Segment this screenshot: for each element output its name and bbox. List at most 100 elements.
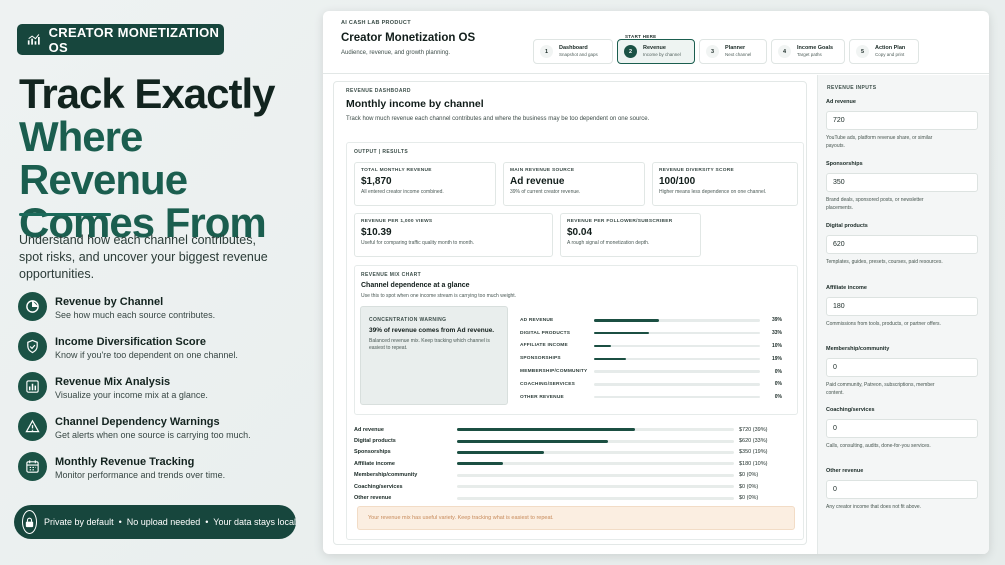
step-sub: Next channel bbox=[725, 52, 752, 57]
step-number: 3 bbox=[706, 45, 719, 58]
bar-label: Ad revenue bbox=[354, 426, 384, 433]
mix-row-label: DIGITAL PRODUCTS bbox=[520, 330, 571, 336]
input-group: Coaching/services 0 Calls, consulting, aud… bbox=[826, 407, 978, 451]
card-value: $0.04 bbox=[567, 227, 593, 238]
input-help: Templates, guides, presets, courses, pai… bbox=[826, 259, 943, 265]
step-number: 5 bbox=[856, 45, 869, 58]
revenue-input[interactable]: 0 bbox=[826, 358, 978, 377]
mix-row-track bbox=[594, 331, 760, 335]
bar-label: Other revenue bbox=[354, 495, 392, 502]
mix-row-pct: 19% bbox=[771, 355, 782, 362]
revenue-input[interactable]: 620 bbox=[826, 235, 978, 254]
revenue-mix-chart: REVENUE MIX CHART Channel dependence at … bbox=[354, 265, 798, 415]
revenue-input[interactable]: 0 bbox=[826, 480, 978, 499]
step-income-goals[interactable]: 4 Income Goals Target paths bbox=[771, 39, 845, 64]
mix-row-pct: 33% bbox=[771, 330, 782, 337]
mix-row-label: AD REVENUE bbox=[520, 317, 554, 323]
feature-desc: Visualize your income mix at a glance. bbox=[55, 390, 208, 400]
card-value: 100/100 bbox=[659, 176, 696, 187]
input-group: Sponsorships 350 Brand deals, sponsored po… bbox=[826, 161, 978, 212]
bar-label: Coaching/services bbox=[354, 483, 403, 490]
step-label: Income Goals bbox=[797, 45, 834, 51]
privacy-text: Private by default • No upload needed • … bbox=[44, 517, 296, 527]
step-label: Revenue bbox=[643, 45, 666, 51]
hero-subtitle: Understand how each channel contributes,… bbox=[19, 233, 268, 281]
feature-desc: Know if you're too dependent on one chan… bbox=[55, 350, 238, 360]
card-label: MAIN REVENUE SOURCE bbox=[510, 168, 575, 173]
mix-row: OTHER REVENUE 0% bbox=[520, 391, 787, 404]
feature-title: Income Diversification Score bbox=[55, 336, 206, 348]
mix-row-label: AFFILIATE INCOME bbox=[520, 343, 568, 349]
bar-value: $720 (39%) bbox=[739, 426, 768, 433]
card-value: $1,870 bbox=[361, 176, 392, 187]
mix-row-fill bbox=[594, 331, 649, 335]
revenue-dashboard: REVENUE DASHBOARD Monthly income by chan… bbox=[333, 81, 807, 545]
feature-item: Channel Dependency Warnings Get alerts wh… bbox=[18, 412, 308, 452]
feature-item: Revenue by Channel See how much each sour… bbox=[18, 292, 308, 332]
growth-chart-icon bbox=[27, 34, 40, 45]
step-nav: 1 Dashboard Snapshot and gaps 2 Revenue In… bbox=[533, 39, 919, 64]
card-sub: Higher means less dependence on one chan… bbox=[659, 189, 767, 195]
bar-label: Digital products bbox=[354, 438, 396, 445]
bar-label: Sponsorships bbox=[354, 449, 391, 456]
revenue-input[interactable]: 180 bbox=[826, 297, 978, 316]
bar-track bbox=[457, 428, 734, 432]
mix-row: AFFILIATE INCOME 10% bbox=[520, 340, 787, 353]
mix-row-pct: 0% bbox=[774, 394, 782, 401]
feature-item: Income Diversification Score Know if you'… bbox=[18, 332, 308, 372]
step-revenue[interactable]: 2 Revenue Income by channel bbox=[617, 39, 695, 64]
app-kicker: AI CASH LAB PRODUCT bbox=[341, 20, 411, 26]
bar-fill bbox=[457, 450, 544, 454]
input-group: Other revenue 0 Any creator income that do… bbox=[826, 468, 978, 512]
mix-kicker: REVENUE MIX CHART bbox=[361, 272, 422, 278]
bar-track bbox=[457, 496, 734, 500]
bar-fill bbox=[457, 462, 503, 466]
mix-row: MEMBERSHIP/COMMUNITY 0% bbox=[520, 365, 787, 378]
feature-item: Monthly Revenue Tracking Monitor performa… bbox=[18, 452, 308, 492]
step-dashboard[interactable]: 1 Dashboard Snapshot and gaps bbox=[533, 39, 613, 64]
mix-row-track bbox=[594, 357, 760, 361]
warning-icon bbox=[25, 419, 40, 433]
input-label: Coaching/services bbox=[826, 407, 875, 413]
revenue-bar-row: Coaching/services $0 (0%) bbox=[354, 481, 798, 492]
card-sub: A rough signal of monetization depth. bbox=[567, 240, 650, 246]
revenue-input[interactable]: 0 bbox=[826, 419, 978, 438]
mix-row-fill bbox=[594, 357, 626, 361]
input-group: Digital products 620 Templates, guides, pr… bbox=[826, 223, 978, 267]
card-label: REVENUE PER 1,000 VIEWS bbox=[361, 219, 433, 224]
mix-row: COACHING/SERVICES 0% bbox=[520, 378, 787, 391]
pie-chart-icon bbox=[26, 300, 39, 313]
bar-value: $350 (19%) bbox=[739, 449, 768, 456]
marketing-panel: CREATOR MONETIZATION OS Track Exactly Wh… bbox=[0, 0, 318, 565]
brand-badge: CREATOR MONETIZATION OS bbox=[17, 24, 224, 55]
hero-headline: Track Exactly Where Revenue Comes From bbox=[19, 72, 319, 244]
step-action-plan[interactable]: 5 Action Plan Copy and print bbox=[849, 39, 919, 64]
bar-fill bbox=[457, 439, 608, 443]
feature-title: Revenue Mix Analysis bbox=[55, 376, 171, 388]
privacy-banner: Private by default • No upload needed • … bbox=[14, 505, 296, 539]
concentration-warning: CONCENTRATION WARNING 39% of revenue com… bbox=[360, 306, 508, 405]
mix-row-label: OTHER REVENUE bbox=[520, 394, 564, 400]
mix-row-pct: 39% bbox=[771, 317, 782, 324]
step-planner[interactable]: 3 Planner Next channel bbox=[699, 39, 767, 64]
dashboard-title: Monthly income by channel bbox=[346, 98, 484, 110]
mix-row-track bbox=[594, 344, 760, 348]
brand-label: CREATOR MONETIZATION OS bbox=[48, 24, 220, 55]
hero-line-1: Track Exactly bbox=[19, 70, 276, 117]
bar-label: Affiliate income bbox=[354, 460, 395, 467]
input-label: Sponsorships bbox=[826, 161, 863, 167]
bar-track bbox=[457, 462, 734, 466]
warning-desc: Balanced revenue mix. Keep tracking whic… bbox=[369, 338, 490, 351]
step-sub: Copy and print bbox=[875, 52, 905, 57]
hero-line-2: Where Revenue bbox=[19, 113, 188, 203]
dashboard-kicker: REVENUE DASHBOARD bbox=[346, 88, 411, 94]
revenue-input[interactable]: 720 bbox=[826, 111, 978, 130]
revenue-input[interactable]: 350 bbox=[826, 173, 978, 192]
input-label: Ad revenue bbox=[826, 99, 856, 105]
lock-icon bbox=[25, 517, 34, 527]
bar-track bbox=[457, 473, 734, 477]
app-window: AI CASH LAB PRODUCT Creator Monetization… bbox=[323, 11, 989, 554]
app-subtitle: Audience, revenue, and growth planning. bbox=[341, 50, 451, 56]
feature-desc: Monitor performance and trends over time… bbox=[55, 470, 226, 480]
feature-title: Monthly Revenue Tracking bbox=[55, 456, 195, 468]
